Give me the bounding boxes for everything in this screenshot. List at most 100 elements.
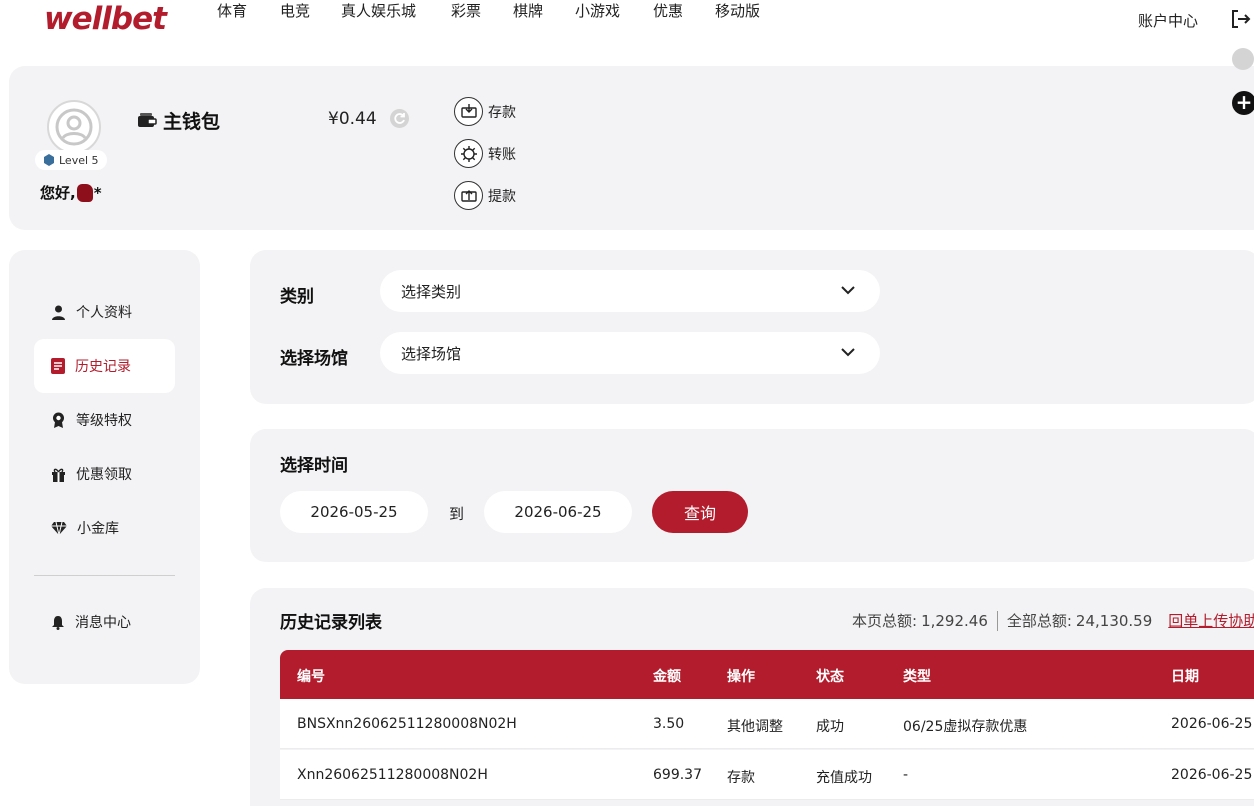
wellbet-logo[interactable]: wellbet bbox=[44, 1, 167, 37]
totals-bar: 本页总额: 1,292.46 全部总额: 24,130.59 回单上传协助 bbox=[852, 610, 1254, 631]
level-gem-icon bbox=[44, 154, 54, 166]
totals-divider bbox=[996, 610, 998, 631]
venue-label: 选择场馆 bbox=[280, 349, 348, 369]
diamond-icon bbox=[51, 521, 67, 535]
sidebar-item-vip[interactable]: 等级特权 bbox=[34, 393, 175, 447]
query-button[interactable]: 查询 bbox=[652, 491, 748, 533]
document-icon bbox=[51, 358, 65, 374]
page-total-value: 1,292.46 bbox=[921, 611, 988, 630]
wallet-icon bbox=[138, 112, 157, 127]
transfer-label: 转账 bbox=[488, 146, 516, 163]
column-header-amount[interactable]: 金额 bbox=[653, 666, 681, 686]
user-icon bbox=[52, 305, 65, 320]
cell-date: 2026-06-25 bbox=[1171, 767, 1253, 783]
greeting-text: 您好, bbox=[40, 184, 76, 202]
avatar[interactable] bbox=[47, 100, 101, 154]
cell-date: 2026-06-25 bbox=[1171, 716, 1253, 732]
nav-sports[interactable]: 体育 bbox=[217, 0, 247, 21]
venue-select-value: 选择场馆 bbox=[401, 344, 462, 363]
all-total-value: 24,130.59 bbox=[1075, 611, 1153, 630]
chevron-down-icon bbox=[841, 348, 855, 357]
transfer-button[interactable]: 转账 bbox=[454, 139, 516, 168]
cell-amount: 3.50 bbox=[653, 716, 685, 732]
sidebar: 个人资料 历史记录 等级特权 优惠领取 小金库 消息中心 bbox=[9, 250, 200, 684]
filter-card: 类别 选择类别 选择场馆 选择场馆 bbox=[250, 250, 1254, 404]
table-row[interactable]: Xnn26062511280008N02H 699.37 存款 充值成功 - 2… bbox=[280, 750, 1254, 800]
transfer-icon bbox=[454, 139, 483, 168]
gift-icon bbox=[52, 468, 65, 482]
cell-type: - bbox=[903, 767, 909, 783]
chevron-down-icon bbox=[841, 286, 855, 295]
history-title: 历史记录列表 bbox=[280, 613, 382, 633]
sidebar-item-label: 小金库 bbox=[77, 521, 119, 537]
sidebar-item-label: 消息中心 bbox=[75, 615, 131, 631]
date-range-separator: 到 bbox=[449, 505, 465, 523]
date-range-title: 选择时间 bbox=[280, 456, 348, 476]
wallet-title-text: 主钱包 bbox=[163, 111, 221, 133]
table-header: 编号 金额 操作 状态 类型 日期 bbox=[280, 650, 1254, 699]
cell-operation: 其他调整 bbox=[727, 719, 783, 735]
venue-select[interactable]: 选择场馆 bbox=[380, 332, 880, 374]
category-select[interactable]: 选择类别 bbox=[380, 270, 880, 312]
nav-cards[interactable]: 棋牌 bbox=[513, 0, 543, 21]
page-total-label: 本页总额: bbox=[852, 612, 918, 630]
cell-id: BNSXnn26062511280008N02H bbox=[297, 716, 517, 732]
deposit-button[interactable]: 存款 bbox=[454, 97, 516, 126]
wallet-balance: ¥0.44 bbox=[328, 109, 377, 129]
cell-amount: 699.37 bbox=[653, 767, 702, 783]
sidebar-item-promotions[interactable]: 优惠领取 bbox=[34, 447, 175, 501]
cell-id: Xnn26062511280008N02H bbox=[297, 767, 488, 783]
account-center-link[interactable]: 账户中心 bbox=[1138, 10, 1198, 31]
bell-icon bbox=[52, 615, 64, 630]
greeting: 您好, * bbox=[40, 182, 102, 203]
date-range-card: 选择时间 2026-05-25 到 2026-06-25 查询 bbox=[250, 429, 1254, 562]
table-row[interactable]: BNSXnn26062511280008N02H 3.50 其他调整 成功 06… bbox=[280, 699, 1254, 749]
add-icon[interactable]: + bbox=[1232, 91, 1254, 115]
sidebar-item-profile[interactable]: 个人资料 bbox=[34, 285, 175, 339]
user-avatar-icon bbox=[55, 108, 93, 146]
nav-esports[interactable]: 电竞 bbox=[280, 0, 310, 21]
nav-live-casino[interactable]: 真人娱乐城 bbox=[341, 0, 416, 21]
deposit-label: 存款 bbox=[488, 104, 516, 121]
sidebar-item-label: 历史记录 bbox=[75, 359, 131, 375]
logout-icon[interactable] bbox=[1229, 8, 1251, 34]
wallet-title: 主钱包 bbox=[137, 107, 220, 134]
sidebar-item-label: 优惠领取 bbox=[76, 467, 132, 483]
deposit-icon bbox=[454, 97, 483, 126]
nav-mini-games[interactable]: 小游戏 bbox=[575, 0, 620, 21]
category-label: 类别 bbox=[280, 287, 314, 307]
sidebar-item-vault[interactable]: 小金库 bbox=[34, 501, 175, 555]
cell-type: 06/25虚拟存款优惠 bbox=[903, 719, 1028, 735]
withdraw-icon bbox=[454, 181, 483, 210]
nav-promotions[interactable]: 优惠 bbox=[653, 0, 683, 21]
column-header-type[interactable]: 类型 bbox=[903, 666, 931, 686]
cell-operation: 存款 bbox=[727, 770, 755, 786]
redacted-username bbox=[76, 183, 93, 202]
refresh-all-icon[interactable] bbox=[1232, 48, 1254, 70]
receipt-upload-link[interactable]: 回单上传协助 bbox=[1168, 610, 1254, 631]
sidebar-divider bbox=[34, 575, 175, 576]
history-card: 历史记录列表 本页总额: 1,292.46 全部总额: 24,130.59 回单… bbox=[250, 588, 1254, 806]
column-header-status[interactable]: 状态 bbox=[816, 666, 844, 686]
category-select-value: 选择类别 bbox=[401, 282, 462, 301]
start-date-input[interactable]: 2026-05-25 bbox=[280, 491, 428, 533]
withdraw-label: 提款 bbox=[488, 188, 516, 205]
sidebar-item-label: 等级特权 bbox=[76, 413, 132, 429]
withdraw-button[interactable]: 提款 bbox=[454, 181, 516, 210]
nav-lottery[interactable]: 彩票 bbox=[451, 0, 481, 21]
column-header-date[interactable]: 日期 bbox=[1171, 666, 1199, 686]
cell-status: 充值成功 bbox=[816, 770, 872, 786]
top-navigation: wellbet 体育 电竞 真人娱乐城 彩票 棋牌 小游戏 优惠 移动版 账户中… bbox=[0, 0, 1254, 44]
sidebar-item-messages[interactable]: 消息中心 bbox=[34, 595, 175, 649]
sidebar-item-history[interactable]: 历史记录 bbox=[34, 339, 175, 393]
column-header-id[interactable]: 编号 bbox=[297, 666, 325, 686]
badge-icon bbox=[53, 412, 64, 428]
all-total-label: 全部总额: bbox=[1006, 612, 1072, 630]
sidebar-item-label: 个人资料 bbox=[76, 305, 132, 321]
level-text: Level 5 bbox=[59, 153, 99, 167]
end-date-input[interactable]: 2026-06-25 bbox=[484, 491, 632, 533]
column-header-operation[interactable]: 操作 bbox=[727, 666, 755, 686]
cell-status: 成功 bbox=[816, 719, 844, 735]
refresh-balance-icon[interactable] bbox=[390, 109, 409, 128]
nav-mobile[interactable]: 移动版 bbox=[715, 0, 760, 21]
